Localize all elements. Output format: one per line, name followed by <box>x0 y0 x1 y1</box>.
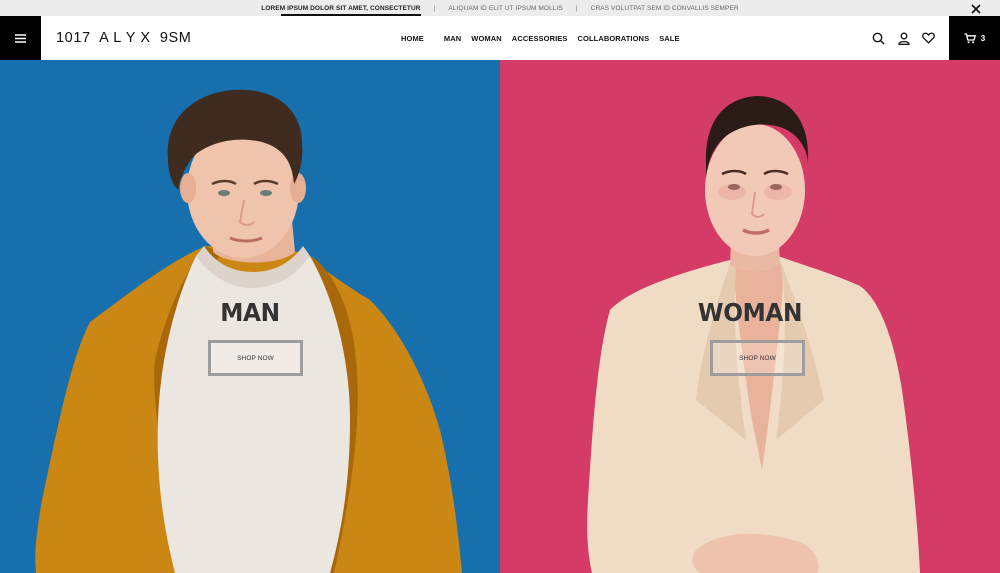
nav-item-home[interactable]: HOME <box>401 34 424 43</box>
header-tools <box>866 16 941 60</box>
site-logo[interactable]: 1017 A L Y X 9SM <box>56 16 192 60</box>
user-icon <box>897 32 910 45</box>
announcement-separator: | <box>575 4 578 12</box>
cart-button[interactable]: 3 <box>949 16 1000 60</box>
announcement-message-2[interactable]: ALIQUAM ID ELIT UT IPSUM MOLLIS <box>444 5 566 12</box>
main-nav: HOME MAN WOMAN ACCESSORIES COLLABORATION… <box>396 16 685 60</box>
menu-button[interactable] <box>0 16 41 60</box>
nav-item-sale[interactable]: SALE <box>659 34 679 43</box>
close-icon[interactable] <box>970 2 982 14</box>
cart-icon <box>964 32 976 43</box>
heart-icon <box>922 32 935 44</box>
announcement-messages: LOREM IPSUM DOLOR SIT AMET, CONSECTETUR … <box>0 0 1000 16</box>
shop-now-button-woman[interactable]: SHOP NOW <box>710 340 805 376</box>
account-button[interactable] <box>891 26 916 50</box>
announcement-message-3[interactable]: CRAS VOLUTPAT SEM ID CONVALLIS SEMPER <box>587 5 743 12</box>
announcement-message-1[interactable]: LOREM IPSUM DOLOR SIT AMET, CONSECTETUR <box>257 5 424 16</box>
hamburger-menu-icon <box>15 33 26 43</box>
nav-item-collaborations[interactable]: COLLABORATIONS <box>578 34 650 43</box>
hero-panel-man[interactable]: MAN SHOP NOW <box>0 60 500 573</box>
nav-item-accessories[interactable]: ACCESSORIES <box>512 34 568 43</box>
cart-count: 3 <box>980 33 986 43</box>
wishlist-button[interactable] <box>916 26 941 50</box>
hero-panel-woman[interactable]: WOMAN SHOP NOW <box>500 60 1000 573</box>
announcement-bar: LOREM IPSUM DOLOR SIT AMET, CONSECTETUR … <box>0 0 1000 16</box>
shop-now-button-man[interactable]: SHOP NOW <box>208 340 303 376</box>
search-icon <box>872 32 885 45</box>
hero-title-man: MAN <box>220 298 280 327</box>
hero-title-woman: WOMAN <box>697 298 803 327</box>
nav-item-woman[interactable]: WOMAN <box>471 34 502 43</box>
site-header: 1017 A L Y X 9SM HOME MAN WOMAN ACCESSOR… <box>0 16 1000 60</box>
announcement-separator: | <box>433 4 436 12</box>
nav-item-man[interactable]: MAN <box>444 34 461 43</box>
search-button[interactable] <box>866 26 891 50</box>
